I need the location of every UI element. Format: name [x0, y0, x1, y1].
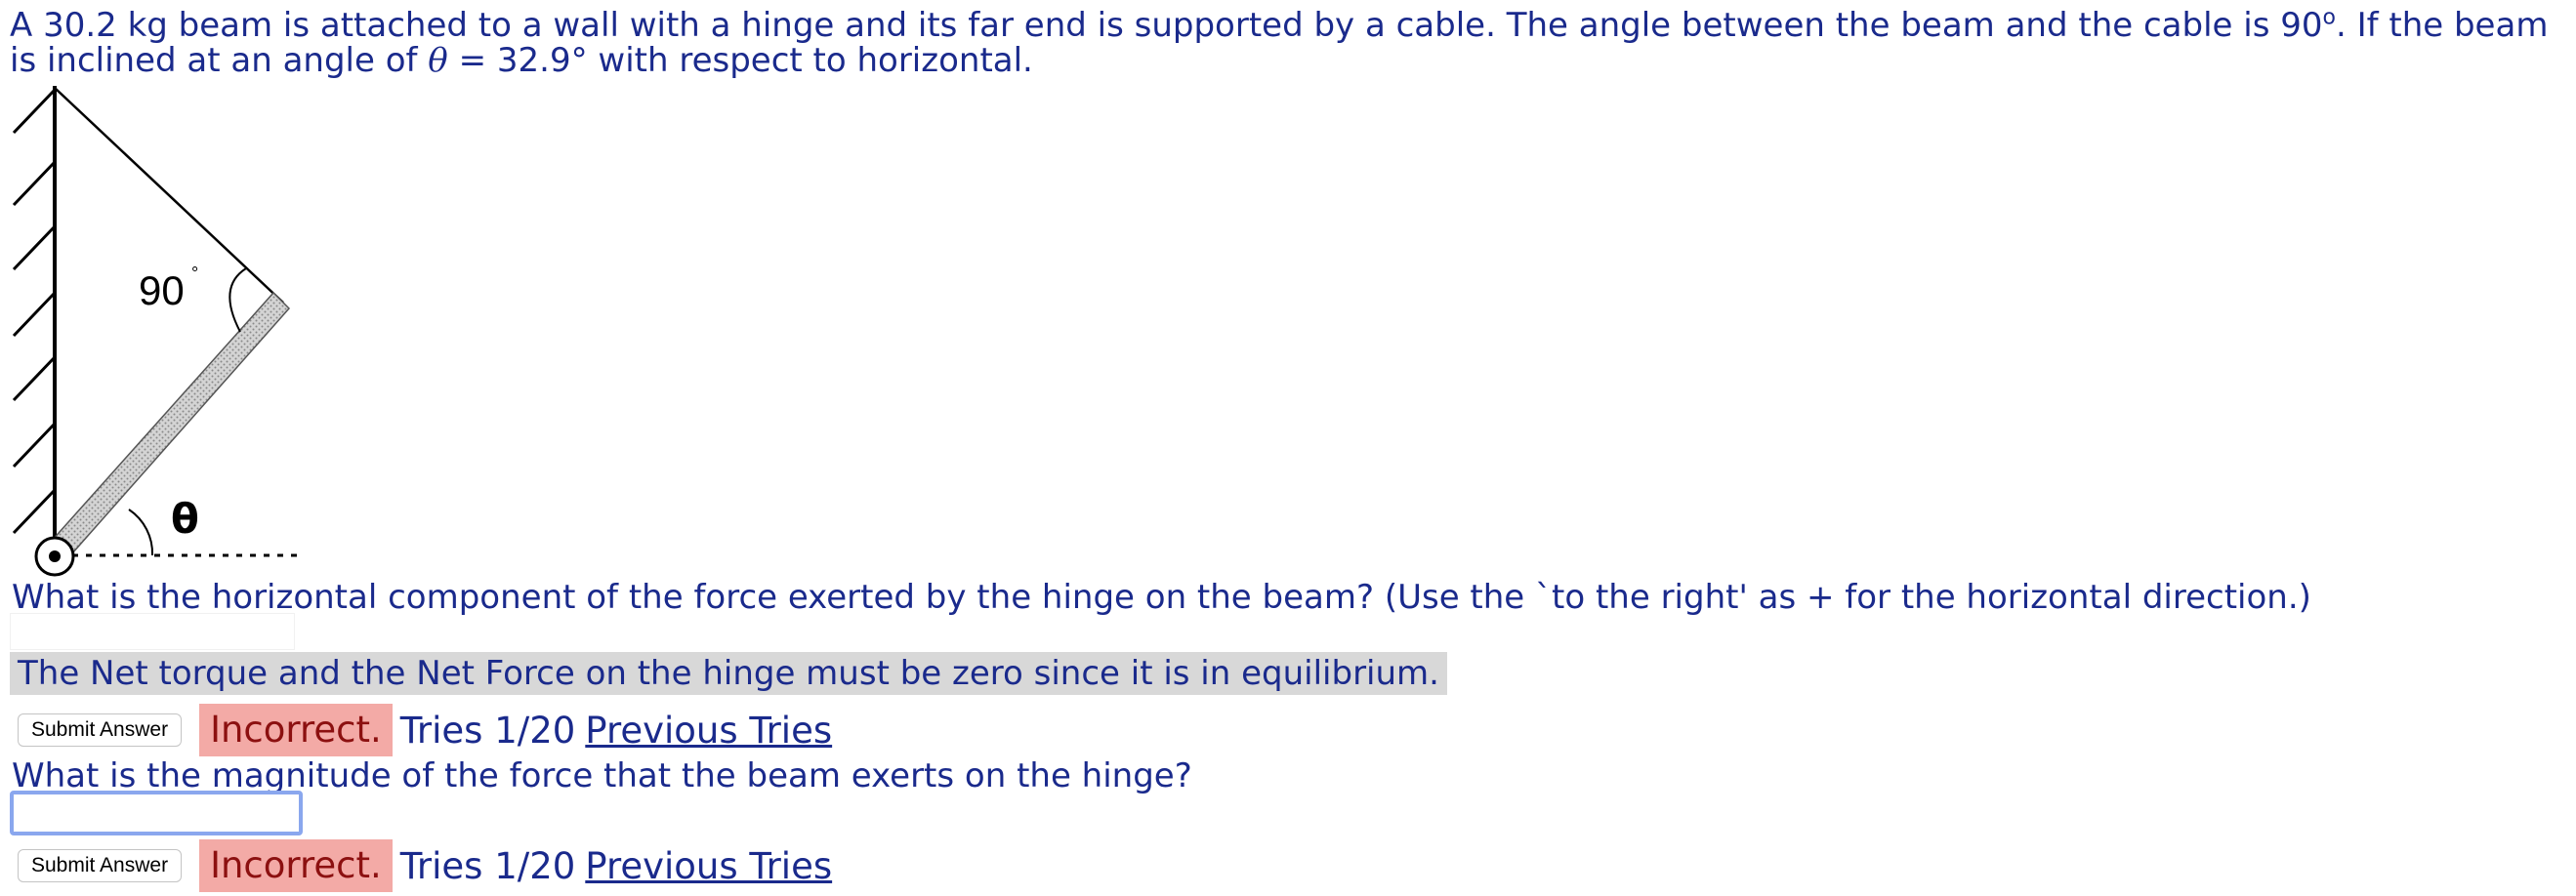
question-2-submit-button[interactable]: Submit Answer [18, 849, 183, 882]
wall-hatching [12, 88, 57, 535]
problem-statement: A 30.2 kg beam is attached to a wall wit… [10, 5, 2568, 80]
question-1-tries-count: Tries 1/20 [399, 709, 576, 752]
question-2-text: What is the magnitude of the force that … [12, 756, 1192, 795]
question-2-previous-tries-link[interactable]: Previous Tries [585, 845, 832, 887]
degree-superscript: o [2322, 5, 2336, 30]
right-angle-arc [229, 267, 247, 333]
theta-arc [128, 509, 154, 556]
question-2-answer-input[interactable] [10, 791, 303, 835]
question-1-submit-row: Submit Answer Incorrect. Tries 1/20 Prev… [18, 704, 832, 756]
question-2-status-badge: Incorrect. [199, 839, 393, 892]
theta-label: θ [171, 495, 199, 543]
problem-text-part3: = 32.9° with respect to horizontal. [447, 41, 1033, 80]
question-1-status-badge: Incorrect. [199, 704, 393, 756]
hinge-icon [34, 536, 75, 577]
question-1-answer-input[interactable] [10, 613, 295, 650]
degree-mark: ° [191, 264, 198, 283]
question-1-text: What is the horizontal component of the … [12, 578, 2311, 617]
theta-symbol: θ [428, 41, 448, 80]
beam [41, 291, 291, 563]
beam-diagram: 90 ° θ [12, 86, 303, 577]
question-2-tries-count: Tries 1/20 [399, 844, 576, 887]
question-1-hint: The Net torque and the Net Force on the … [10, 652, 1447, 695]
angle-label-90: 90 [139, 267, 185, 313]
question-1-submit-button[interactable]: Submit Answer [18, 713, 183, 747]
question-2-submit-row: Submit Answer Incorrect. Tries 1/20 Prev… [18, 839, 832, 892]
problem-text-part1: A 30.2 kg beam is attached to a wall wit… [10, 6, 2323, 45]
question-1-previous-tries-link[interactable]: Previous Tries [585, 710, 832, 752]
